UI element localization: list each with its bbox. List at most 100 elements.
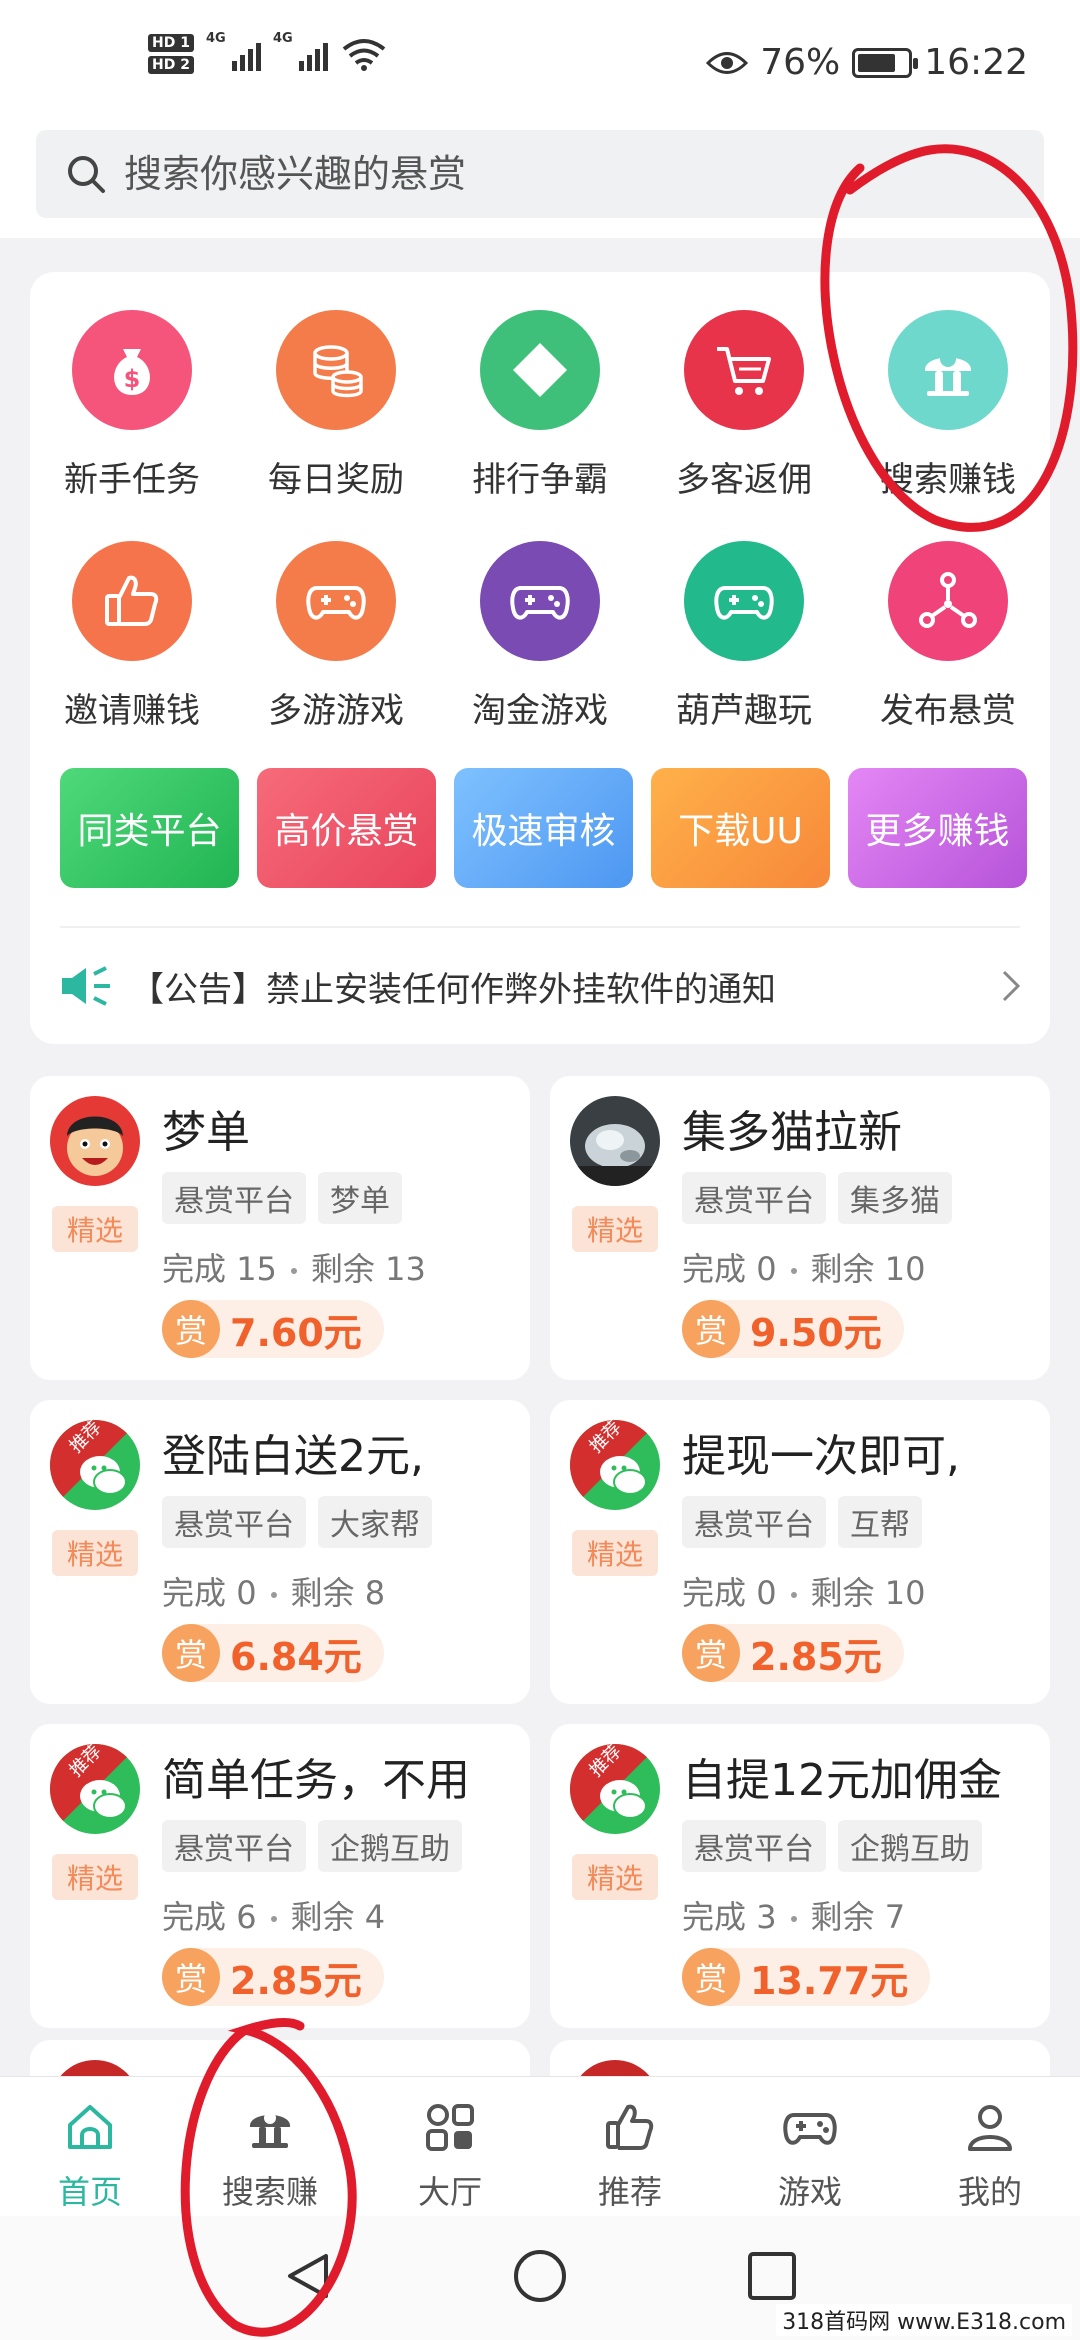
announcement-bar[interactable]: 【公告】禁止安装任何作弊外挂软件的通知 <box>60 936 1040 1036</box>
feature-item[interactable]: 发布悬赏 <box>846 541 1050 732</box>
completed-count: 6 <box>236 1898 257 1936</box>
feature-item-label: 每日奖励 <box>268 460 404 500</box>
feature-item-label: 搜索赚钱 <box>880 460 1016 500</box>
feature-item-label: 多客返佣 <box>676 460 812 500</box>
hd1-indicator: HD 1 <box>148 34 194 52</box>
task-card[interactable]: 推荐 精选 提现一次即可, 悬赏平台 互帮 完成 0 剩余 10 赏 2.85元 <box>550 1400 1050 1704</box>
feature-item-label: 发布悬赏 <box>880 691 1016 731</box>
reward-icon: 赏 <box>682 1624 740 1682</box>
home-icon <box>62 2099 118 2159</box>
recents-icon[interactable] <box>742 2246 802 2306</box>
feature-item[interactable]: $ 新手任务 <box>30 310 234 501</box>
feature-item-label: 新手任务 <box>64 460 200 500</box>
task-title: 简单任务，不用 <box>162 1755 470 1806</box>
completed-count: 0 <box>236 1574 257 1612</box>
feature-item[interactable]: 多游游戏 <box>234 541 438 732</box>
signal-icon: 4G <box>206 31 261 71</box>
task-card[interactable]: 推荐 精选 简单任务，不用 悬赏平台 企鹅互助 完成 6 剩余 4 赏 2.85元 <box>30 1724 530 2028</box>
battery-percent: 76% <box>760 42 841 83</box>
bottom-navigation: 首页 搜索赚 大厅 推荐 游戏 我的 <box>0 2076 1080 2216</box>
task-card[interactable]: 精选 梦单 悬赏平台 梦单 完成 15 剩余 13 赏 7.60元 <box>30 1076 530 1380</box>
remaining-count: 10 <box>884 1250 926 1288</box>
feature-item[interactable]: 排行争霸 <box>438 310 642 501</box>
feature-item-label: 多游游戏 <box>268 691 404 731</box>
home-button-icon[interactable] <box>510 2246 570 2306</box>
completed-label: 完成 <box>162 1898 227 1936</box>
quick-link-button[interactable]: 极速审核 <box>454 768 633 888</box>
signal-label: 4G <box>272 31 293 46</box>
task-card[interactable]: 推荐 精选 登陆白送2元, 悬赏平台 大家帮 完成 0 剩余 8 赏 6.84元 <box>30 1400 530 1704</box>
completed-label: 完成 <box>162 1574 227 1612</box>
completed-count: 15 <box>236 1250 277 1288</box>
task-card[interactable]: 推荐 精选 自提12元加佣金 悬赏平台 企鹅互助 完成 3 剩余 7 赏 13.77元 <box>550 1724 1050 2028</box>
money-bag-icon: $ <box>72 310 192 430</box>
remaining-count: 4 <box>364 1898 386 1936</box>
reward-amount: 7.60元 <box>230 1310 362 1355</box>
nav-tab[interactable]: 我的 <box>900 2077 1080 2216</box>
task-tag: 悬赏平台 <box>682 1820 826 1872</box>
diamond-icon <box>480 310 600 430</box>
feature-item[interactable]: 多客返佣 <box>642 310 846 501</box>
nav-tab[interactable]: 游戏 <box>720 2077 900 2216</box>
task-card[interactable]: 精选 集多猫拉新 悬赏平台 集多猫 完成 0 剩余 10 赏 9.50元 <box>550 1076 1050 1380</box>
status-bar: HD 1 HD 2 4G 4G 76% 16:22 <box>0 0 1080 130</box>
feature-item[interactable]: 搜索赚钱 <box>846 310 1050 501</box>
reward-pill: 赏 9.50元 <box>682 1300 904 1358</box>
feature-item[interactable]: 每日奖励 <box>234 310 438 501</box>
task-stats: 完成 3 剩余 7 <box>682 1892 905 1938</box>
task-list: 精选 梦单 悬赏平台 梦单 完成 15 剩余 13 赏 7.60元 精选 集多猫拉新 悬赏平台 集多猫… <box>30 1076 1050 2028</box>
reward-amount: 6.84元 <box>230 1634 362 1679</box>
quick-link-button[interactable]: 更多赚钱 <box>848 768 1027 888</box>
hd2-indicator: HD 2 <box>148 56 194 74</box>
back-icon[interactable] <box>278 2246 338 2306</box>
nav-tab-label: 首页 <box>57 2173 122 2211</box>
nav-tab[interactable]: 搜索赚 <box>180 2077 360 2216</box>
task-tag: 互帮 <box>838 1496 922 1548</box>
svg-text:$: $ <box>124 365 141 393</box>
speaker-icon <box>62 966 110 1006</box>
remaining-count: 8 <box>364 1574 386 1612</box>
quick-link-button[interactable]: 高价悬赏 <box>257 768 436 888</box>
nav-tab-label: 游戏 <box>777 2173 842 2211</box>
feature-item[interactable]: 邀请赚钱 <box>30 541 234 732</box>
profile-icon <box>962 2099 1018 2159</box>
task-avatar <box>570 1096 660 1186</box>
remaining-count: 13 <box>385 1250 426 1288</box>
task-avatar: 推荐 <box>50 1744 140 1834</box>
feature-item[interactable]: 淘金游戏 <box>438 541 642 732</box>
remaining-label: 剩余 <box>290 1574 355 1612</box>
task-avatar: 推荐 <box>50 1420 140 1510</box>
feature-item[interactable]: 葫芦趣玩 <box>642 541 846 732</box>
reward-icon: 赏 <box>162 1624 220 1682</box>
remaining-label: 剩余 <box>290 1898 355 1936</box>
quick-link-button[interactable]: 同类平台 <box>60 768 239 888</box>
nav-tab[interactable]: 推荐 <box>540 2077 720 2216</box>
remaining-label: 剩余 <box>810 1574 875 1612</box>
remaining-label: 剩余 <box>810 1250 875 1288</box>
task-title: 自提12元加佣金 <box>682 1755 1002 1806</box>
task-stats: 完成 0 剩余 8 <box>162 1568 385 1614</box>
reward-amount: 13.77元 <box>750 1958 909 2003</box>
search-input[interactable] <box>124 152 1004 196</box>
reward-pill: 赏 2.85元 <box>162 1948 384 2006</box>
task-tags: 悬赏平台 互帮 <box>682 1496 922 1548</box>
completed-count: 0 <box>756 1250 777 1288</box>
feature-item-label: 邀请赚钱 <box>64 691 200 731</box>
task-tags: 悬赏平台 企鹅互助 <box>682 1820 982 1872</box>
task-tags: 悬赏平台 企鹅互助 <box>162 1820 462 1872</box>
chevron-right-icon <box>1002 970 1021 1002</box>
task-stats: 完成 15 剩余 13 <box>162 1244 426 1290</box>
task-title: 集多猫拉新 <box>682 1107 902 1158</box>
task-stats: 完成 0 剩余 10 <box>682 1568 925 1614</box>
signal-icon: 4G <box>273 31 328 71</box>
nav-tab[interactable]: 首页 <box>0 2077 180 2216</box>
quick-link-button[interactable]: 下载UU <box>651 768 830 888</box>
watermark: 318首码网 www.E318.com <box>776 2304 1072 2336</box>
nav-tab[interactable]: 大厅 <box>360 2077 540 2216</box>
battery-icon <box>852 47 919 78</box>
task-tag: 企鹅互助 <box>838 1820 982 1872</box>
task-tags: 悬赏平台 集多猫 <box>682 1172 952 1224</box>
divider <box>60 926 1020 928</box>
task-tag: 悬赏平台 <box>162 1496 306 1548</box>
search-bar[interactable] <box>36 130 1044 218</box>
